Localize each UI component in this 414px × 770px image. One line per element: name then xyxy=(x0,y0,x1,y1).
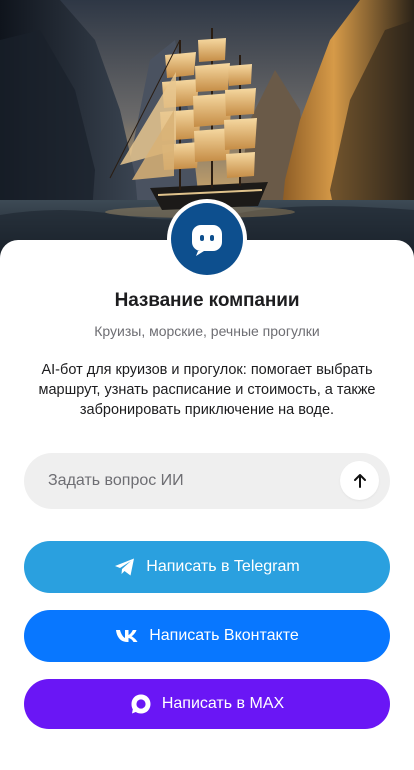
vk-icon xyxy=(115,629,139,643)
arrow-up-icon xyxy=(353,473,366,488)
vk-button-label: Написать Вконтакте xyxy=(149,627,299,644)
page: Название компании Круизы, морские, речны… xyxy=(0,0,414,770)
vk-button[interactable]: Написать Вконтакте xyxy=(24,610,390,662)
telegram-icon xyxy=(114,557,136,577)
ask-ai-input[interactable] xyxy=(24,453,324,509)
chat-bot-icon xyxy=(171,203,243,275)
company-description: AI-бот для круизов и прогулок: помогает … xyxy=(38,362,376,418)
company-category: Круизы, морские, речные прогулки xyxy=(94,323,320,339)
max-icon xyxy=(130,693,152,715)
ask-ai-box xyxy=(24,453,390,509)
telegram-button[interactable]: Написать в Telegram xyxy=(24,541,390,593)
telegram-button-label: Написать в Telegram xyxy=(146,558,300,575)
send-button[interactable] xyxy=(340,461,379,500)
max-button-label: Написать в MAX xyxy=(161,695,285,712)
max-button[interactable]: Написать в MAX xyxy=(24,679,390,729)
company-name: Название компании xyxy=(114,290,300,311)
company-avatar xyxy=(167,199,247,279)
